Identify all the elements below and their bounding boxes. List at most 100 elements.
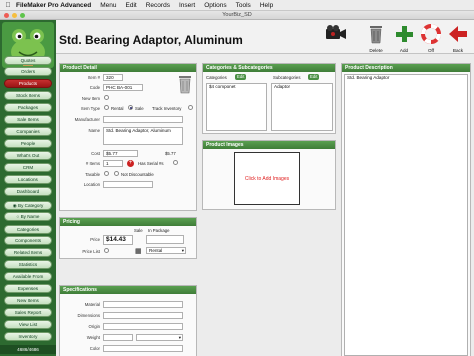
code-field[interactable]: PHC BA-001 bbox=[103, 84, 143, 91]
toolbar: Std. Bearing Adaptor, Aluminum Delete Ad… bbox=[56, 20, 474, 54]
menu-item-menu[interactable]: Menu bbox=[100, 2, 116, 9]
weight-label: Weight bbox=[86, 335, 100, 340]
in-package-column-label: In Package bbox=[148, 228, 170, 233]
off-button[interactable]: Off bbox=[419, 23, 443, 53]
nav-companies[interactable]: Companies bbox=[4, 127, 52, 136]
back-label: Back bbox=[452, 48, 464, 53]
add-item-icon[interactable]: + bbox=[127, 160, 134, 167]
rental-select[interactable]: Rental ▾ bbox=[146, 247, 186, 254]
new-item-checkbox[interactable] bbox=[104, 95, 109, 100]
taxable-checkbox[interactable] bbox=[104, 171, 109, 176]
subcategories-list[interactable]: Adaptor bbox=[271, 83, 333, 131]
calculator-icon[interactable]: ▦ bbox=[135, 247, 142, 255]
filter-by-name-label: By Name bbox=[20, 214, 40, 219]
nav-orders[interactable]: Orders bbox=[4, 67, 52, 76]
cost-field[interactable]: $5.77 bbox=[103, 150, 138, 157]
minimize-window-icon[interactable] bbox=[12, 13, 17, 18]
menu-item-options[interactable]: Options bbox=[204, 2, 226, 9]
menu-app-name[interactable]: FileMaker Pro Advanced bbox=[16, 2, 91, 9]
nav-packages[interactable]: Packages bbox=[4, 103, 52, 112]
weight-field[interactable] bbox=[103, 334, 133, 341]
product-description-field[interactable]: Std. Bearing Adaptor bbox=[344, 74, 468, 356]
location-field[interactable] bbox=[103, 181, 153, 188]
page-title: Std. Bearing Adaptor, Aluminum bbox=[59, 33, 243, 47]
origin-label: Origin bbox=[88, 324, 100, 329]
view-categories[interactable]: Categories bbox=[4, 225, 52, 234]
manufacturer-field[interactable] bbox=[103, 116, 183, 123]
off-label: Off bbox=[427, 48, 435, 53]
view-expenses[interactable]: Expenses bbox=[4, 284, 52, 293]
view-components[interactable]: Components bbox=[4, 236, 52, 245]
menu-item-edit[interactable]: Edit bbox=[126, 2, 137, 9]
nav-locations[interactable]: Locations bbox=[4, 175, 52, 184]
menu-item-help[interactable]: Help bbox=[260, 2, 273, 9]
price-field[interactable]: $14.43 bbox=[103, 235, 133, 245]
nav-dashboard[interactable]: Dashboard bbox=[4, 187, 52, 196]
rental-radio[interactable] bbox=[104, 105, 109, 110]
has-serial-checkbox[interactable] bbox=[173, 160, 178, 165]
color-label: Color bbox=[89, 346, 100, 351]
close-window-icon[interactable] bbox=[4, 13, 9, 18]
categories-edit-button[interactable]: Edit bbox=[235, 74, 247, 80]
add-images-dropzone[interactable]: Click to Add Images bbox=[234, 152, 300, 205]
menu-item-insert[interactable]: Insert bbox=[179, 2, 195, 9]
plus-icon bbox=[396, 26, 413, 42]
categories-heading: Categories & Subcategories bbox=[203, 64, 335, 72]
nav-products[interactable]: Products bbox=[4, 79, 52, 88]
chevron-down-icon: ▾ bbox=[178, 335, 181, 340]
price-list-checkbox[interactable] bbox=[104, 248, 109, 253]
nav-whats-out[interactable]: What's Out bbox=[4, 151, 52, 160]
dimensions-field[interactable] bbox=[103, 312, 183, 319]
categories-label: Categories bbox=[206, 75, 227, 80]
window-title-bar: YourBiz_SD bbox=[0, 11, 474, 20]
weight-unit-select[interactable]: ▾ bbox=[136, 334, 183, 341]
filter-by-name[interactable]: ○ By Name bbox=[4, 212, 52, 221]
life-ring-icon bbox=[421, 24, 441, 44]
record-counter: 4686/4686 bbox=[17, 347, 39, 352]
sale-radio[interactable] bbox=[128, 105, 133, 110]
items-count-field[interactable]: 1 bbox=[103, 160, 123, 167]
zoom-window-icon[interactable] bbox=[20, 13, 25, 18]
in-package-price-field[interactable] bbox=[146, 235, 184, 244]
color-field[interactable] bbox=[103, 345, 183, 352]
nav-quotes[interactable]: Quotes bbox=[4, 56, 52, 65]
subcategory-item[interactable]: Adaptor bbox=[274, 84, 332, 89]
add-label: Add bbox=[399, 48, 409, 53]
name-field[interactable]: Std. Bearing Adaptor, Aluminum bbox=[103, 127, 183, 145]
material-field[interactable] bbox=[103, 301, 183, 308]
manufacturer-label: Manufacturer bbox=[74, 117, 100, 122]
back-button[interactable]: Back bbox=[446, 23, 470, 53]
filter-by-category[interactable]: ◉ By Category bbox=[4, 201, 52, 210]
view-available-from[interactable]: Available From bbox=[4, 272, 52, 281]
menu-item-records[interactable]: Records bbox=[146, 2, 170, 9]
window-title: YourBiz_SD bbox=[222, 12, 252, 18]
not-discountable-checkbox[interactable] bbox=[114, 171, 119, 176]
menu-item-tools[interactable]: Tools bbox=[236, 2, 251, 9]
nav-people[interactable]: People bbox=[4, 139, 52, 148]
view-statistics[interactable]: Statistics bbox=[4, 260, 52, 269]
name-label: Name bbox=[88, 128, 100, 133]
origin-field[interactable] bbox=[103, 323, 183, 330]
sale-label: Sale bbox=[135, 106, 144, 111]
track-inventory-checkbox[interactable] bbox=[188, 105, 193, 110]
category-item[interactable]: $4 componet bbox=[209, 84, 266, 89]
item-no-field[interactable]: 320 bbox=[103, 74, 123, 81]
view-view-list[interactable]: View List bbox=[4, 320, 52, 329]
items-count-label: # Items bbox=[85, 161, 100, 166]
nav-crm[interactable]: CRM bbox=[4, 163, 52, 172]
delete-button[interactable]: Delete bbox=[364, 23, 388, 53]
subcategories-edit-button[interactable]: Edit bbox=[308, 74, 320, 80]
apple-icon[interactable]:  bbox=[0, 2, 16, 9]
specifications-heading: Specifications bbox=[60, 286, 196, 294]
categories-list[interactable]: $4 componet bbox=[206, 83, 267, 131]
location-label: Location bbox=[83, 182, 100, 187]
nav-stock-items[interactable]: Stock Items bbox=[4, 91, 52, 100]
nav-sale-items[interactable]: Sale Items bbox=[4, 115, 52, 124]
view-inventory[interactable]: Inventory bbox=[4, 332, 52, 341]
camera-button[interactable] bbox=[324, 23, 348, 53]
view-related-items[interactable]: Related Items bbox=[4, 248, 52, 257]
trash-can-icon[interactable] bbox=[177, 73, 193, 95]
add-button[interactable]: Add bbox=[392, 23, 416, 53]
view-sales-report[interactable]: Sales Report bbox=[4, 308, 52, 317]
view-new-items[interactable]: New Items bbox=[4, 296, 52, 305]
